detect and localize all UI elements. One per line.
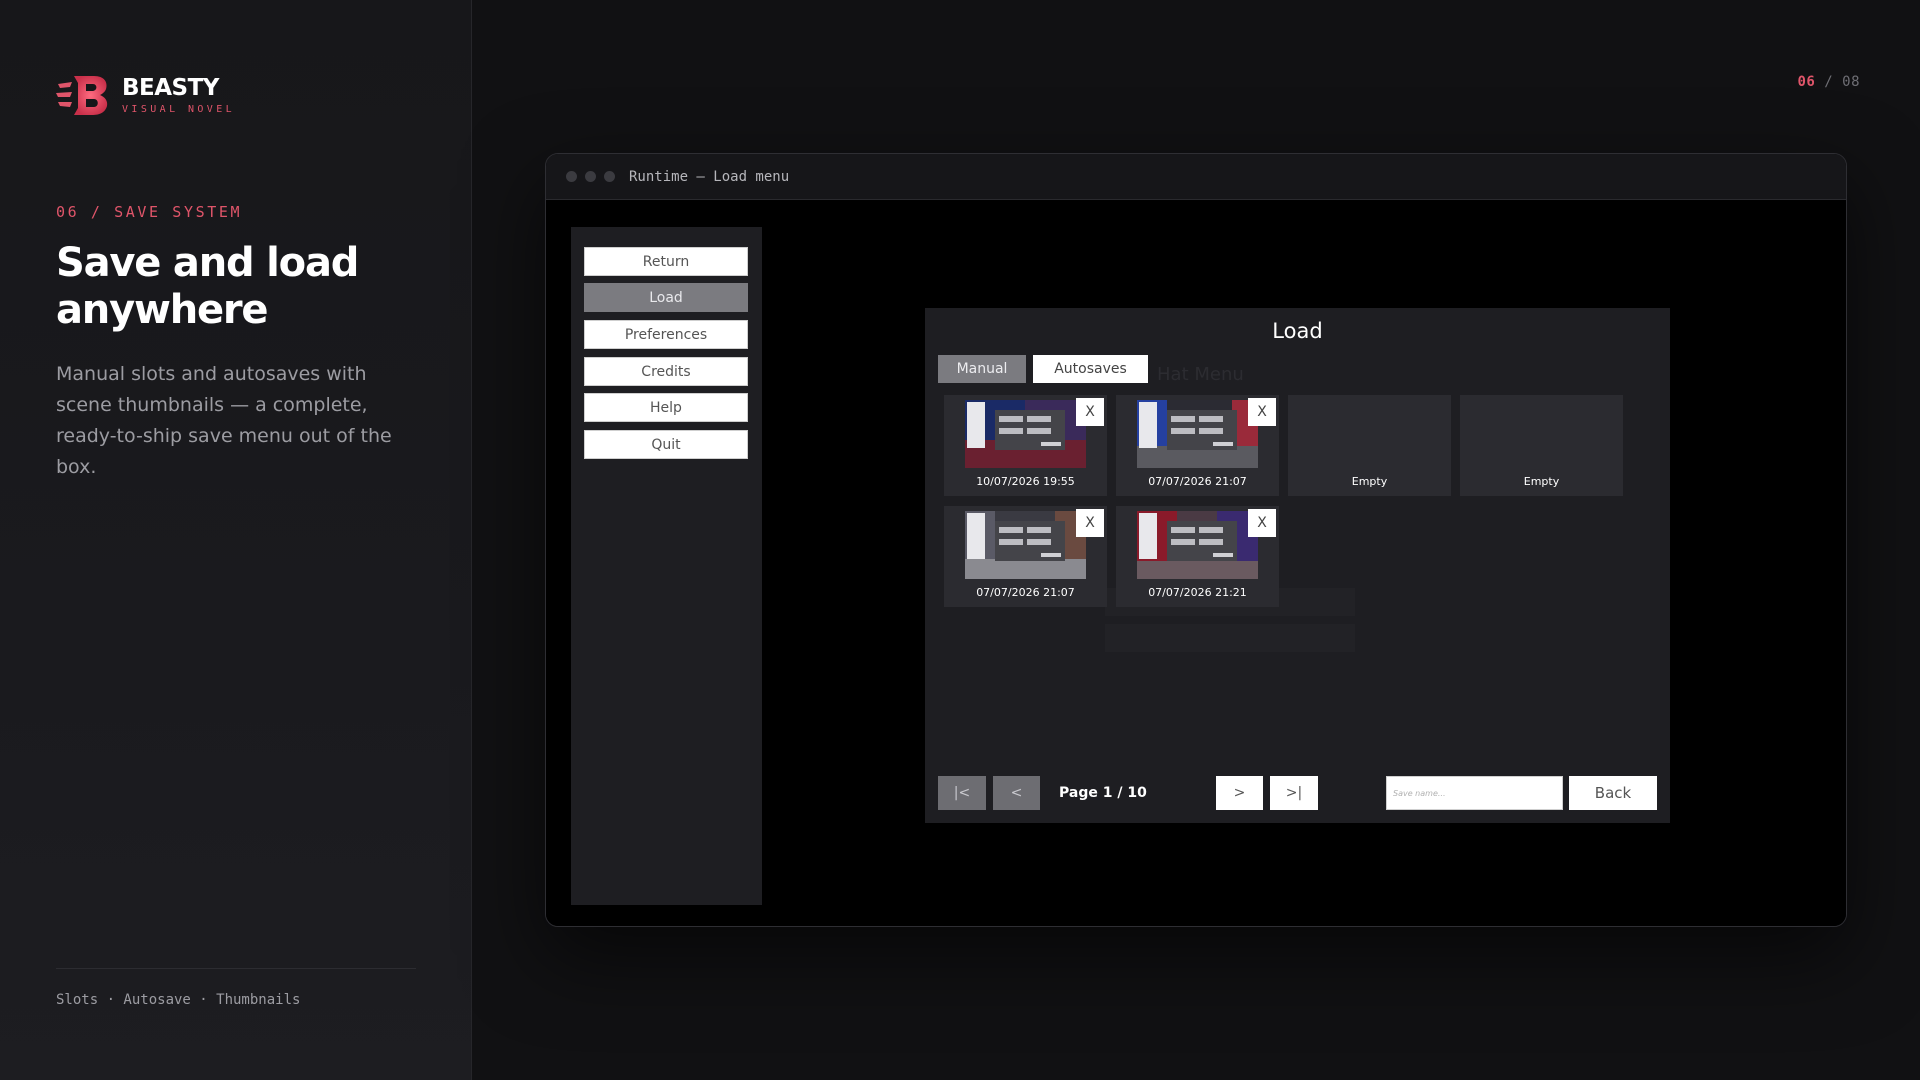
window-title: Runtime — Load menu bbox=[629, 168, 790, 185]
page-separator: / bbox=[1815, 74, 1843, 90]
help-button[interactable]: Help bbox=[584, 393, 748, 422]
brand-name: BEASTY bbox=[122, 75, 219, 101]
save-slot-3[interactable]: Empty bbox=[1288, 395, 1451, 496]
logo: BEASTY VISUAL NOVEL bbox=[56, 72, 235, 118]
save-slot-1[interactable]: X 10/07/2026 19:55 bbox=[944, 395, 1107, 496]
section-title: Save and load anywhere bbox=[56, 240, 359, 333]
save-slot-4[interactable]: Empty bbox=[1460, 395, 1623, 496]
tab-autosaves[interactable]: Autosaves bbox=[1033, 355, 1148, 383]
ghost-bar bbox=[1105, 624, 1355, 652]
info-panel: BEASTY VISUAL NOVEL 06 / SAVE SYSTEM Sav… bbox=[0, 0, 472, 1080]
slot-label: 10/07/2026 19:55 bbox=[976, 475, 1075, 488]
delete-slot-button[interactable]: X bbox=[1076, 398, 1104, 426]
save-slot-5[interactable]: X 07/07/2026 21:07 bbox=[944, 506, 1107, 607]
slot-thumbnail bbox=[965, 511, 1086, 579]
window-control-dot[interactable] bbox=[585, 171, 596, 182]
prev-page-button[interactable]: < bbox=[993, 776, 1040, 810]
next-page-button[interactable]: > bbox=[1216, 776, 1263, 810]
tab-manual[interactable]: Manual bbox=[938, 355, 1026, 383]
slot-label: 07/07/2026 21:07 bbox=[1148, 475, 1247, 488]
save-slot-2[interactable]: X 07/07/2026 21:07 bbox=[1116, 395, 1279, 496]
slot-label: Empty bbox=[1351, 475, 1388, 488]
save-name-input[interactable] bbox=[1386, 776, 1563, 810]
load-button[interactable]: Load bbox=[584, 283, 748, 312]
slot-label: Empty bbox=[1523, 475, 1560, 488]
quit-button[interactable]: Quit bbox=[584, 430, 748, 459]
first-page-button[interactable]: |< bbox=[938, 776, 986, 810]
save-slot-6[interactable]: X 07/07/2026 21:21 bbox=[1116, 506, 1279, 607]
slot-thumbnail bbox=[1137, 400, 1258, 468]
page-indicator: Page 1 / 10 bbox=[1059, 785, 1147, 801]
window-control-dot[interactable] bbox=[604, 171, 615, 182]
section-description: Manual slots and autosaves with scene th… bbox=[56, 363, 392, 478]
back-button[interactable]: Back bbox=[1569, 776, 1657, 810]
feature-tags: Slots · Autosave · Thumbnails bbox=[56, 992, 301, 1008]
window-titlebar: Runtime — Load menu bbox=[546, 154, 1846, 200]
current-page: 06 bbox=[1797, 74, 1816, 90]
slot-thumbnail bbox=[965, 400, 1086, 468]
slot-label: 07/07/2026 21:21 bbox=[1148, 586, 1247, 599]
game-menu: Return Load Preferences Credits Help Qui… bbox=[571, 227, 762, 905]
section-label: 06 / SAVE SYSTEM bbox=[56, 203, 243, 221]
total-pages: 08 bbox=[1842, 74, 1860, 90]
preferences-button[interactable]: Preferences bbox=[584, 320, 748, 349]
runtime-window: Runtime — Load menu Return Load Preferen… bbox=[545, 153, 1847, 927]
delete-slot-button[interactable]: X bbox=[1248, 398, 1276, 426]
last-page-button[interactable]: >| bbox=[1270, 776, 1318, 810]
brand-subtitle: VISUAL NOVEL bbox=[122, 104, 236, 115]
window-control-dot[interactable] bbox=[566, 171, 577, 182]
slot-label: 07/07/2026 21:07 bbox=[976, 586, 1075, 599]
delete-slot-button[interactable]: X bbox=[1076, 509, 1104, 537]
return-button[interactable]: Return bbox=[584, 247, 748, 276]
load-title: Load bbox=[1272, 319, 1323, 343]
slot-thumbnail bbox=[1137, 511, 1258, 579]
ghost-menu-text: Hat Menu bbox=[1157, 364, 1244, 385]
delete-slot-button[interactable]: X bbox=[1248, 509, 1276, 537]
credits-button[interactable]: Credits bbox=[584, 357, 748, 386]
beasty-logo-icon bbox=[56, 72, 112, 118]
footer-divider bbox=[56, 968, 416, 969]
page-counter: 06 / 08 bbox=[1797, 74, 1860, 90]
load-panel: Load Manual Autosaves Hat Menu X 10/07/2… bbox=[925, 308, 1670, 823]
game-viewport: Return Load Preferences Credits Help Qui… bbox=[546, 200, 1846, 926]
